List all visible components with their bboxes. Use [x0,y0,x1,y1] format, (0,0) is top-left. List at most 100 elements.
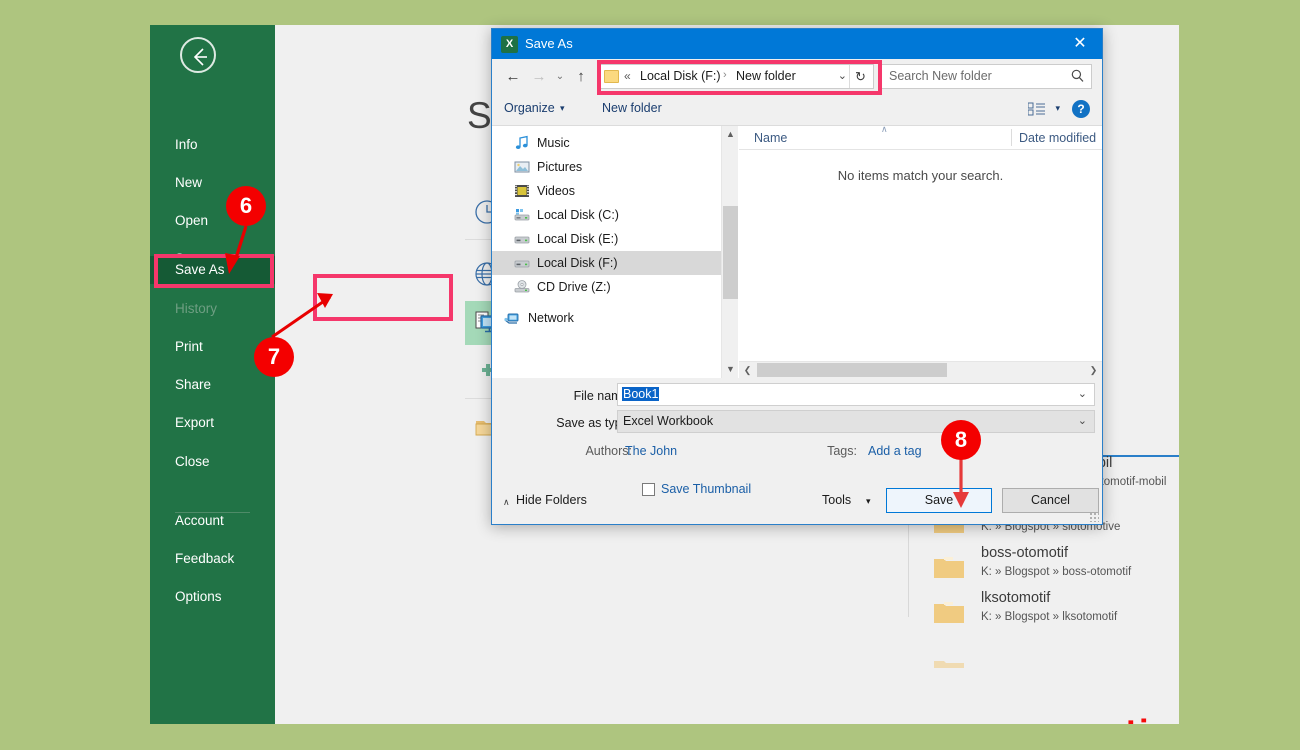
search-input[interactable]: Search New folder [880,64,1092,89]
tree-item-local-disk-c[interactable]: Local Disk (C:) [492,203,721,227]
file-list: Name ∧ Date modified No items match your… [739,124,1102,378]
help-icon[interactable]: ? [1072,100,1090,118]
sidebar-item-label: Export [175,415,215,430]
drive-icon [514,255,530,271]
sidebar-item-options[interactable]: Options [150,583,275,611]
tree-item-label: Local Disk (F:) [537,256,618,270]
tree-item-network[interactable]: Network [492,306,721,330]
picture-icon [514,159,530,175]
chevron-down-icon[interactable]: ⌄ [1078,387,1087,400]
navigation-pane-scrollbar[interactable]: ▲ ▼ [721,126,738,378]
tree-item-label: CD Drive (Z:) [537,280,611,294]
list-item[interactable]: lksotomotif K: » Blogspot » lksotomotif [933,590,1179,642]
column-header-date-modified[interactable]: Date modified [1019,131,1096,145]
list-item[interactable] [933,637,1179,687]
tree-item-pictures[interactable]: Pictures [492,155,721,179]
new-folder-button[interactable]: New folder [602,101,662,115]
file-name-input[interactable]: Book1 ⌄ [617,383,1095,406]
scroll-down-button[interactable]: ▼ [722,361,739,378]
folder-icon [933,645,965,670]
up-icon[interactable]: ↑ [570,66,592,88]
sidebar-item-info[interactable]: Info [150,131,275,159]
breadcrumb-segment[interactable]: New folder [736,69,796,83]
tree-item-label: Videos [537,184,575,198]
file-name-label: File name: [573,389,632,403]
folder-icon [933,555,965,580]
network-icon [504,310,520,326]
sidebar-item-label: Print [175,339,203,354]
dialog-command-bar: Organize ▾ New folder ▾ ? [492,95,1102,126]
dialog-navigation-bar: ← → ⌄ ↑ « Local Disk (F:) › New folder ⌄… [492,59,1102,95]
chevron-down-icon[interactable]: ⌄ [838,69,847,82]
dialog-title-bar: X Save As ✕ [492,29,1102,59]
chevron-up-icon[interactable]: ∧ [503,497,510,508]
annotation-badge-8: 8 [941,420,981,460]
chevron-down-icon[interactable]: ▾ [866,496,871,507]
hide-folders-button[interactable]: Hide Folders [516,493,587,507]
breadcrumb-separator: › [723,69,727,81]
sidebar-item-label: History [175,301,218,316]
drive-system-icon [514,207,530,223]
sidebar-item-feedback[interactable]: Feedback [150,545,275,573]
tree-item-local-disk-e[interactable]: Local Disk (E:) [492,227,721,251]
breadcrumb-overflow-icon[interactable]: « [624,69,631,83]
sidebar-item-close[interactable]: Close [150,448,275,476]
tree-item-cd-drive-z[interactable]: CD Drive (Z:) [492,275,721,299]
sidebar-item-label: Options [175,589,222,604]
close-icon[interactable]: ✕ [1058,29,1102,59]
back-icon[interactable]: ← [502,66,524,88]
resize-grip[interactable] [1089,512,1099,522]
forward-icon: → [531,68,547,85]
breadcrumb-segment[interactable]: Local Disk (F:) [640,69,721,83]
scroll-left-button[interactable]: ❮ [739,362,756,378]
add-a-tag-link[interactable]: Add a tag [868,444,922,458]
list-item-path: K: » Blogspot » boss-otomotif [981,566,1132,578]
save-as-type-select[interactable]: Excel Workbook ⌄ [617,410,1095,433]
view-list-icon[interactable] [1027,102,1046,117]
authors-label: Authors: [585,444,632,458]
address-bar[interactable]: « Local Disk (F:) › New folder ⌄ ↻ [599,64,874,89]
tree-item-videos[interactable]: Videos [492,179,721,203]
site-watermark: semutimut.com [1042,715,1179,724]
save-as-type-label: Save as type: [556,416,632,430]
scrollbar-thumb[interactable] [723,206,738,299]
sidebar-item-label: Feedback [175,551,235,566]
column-header-name[interactable]: Name [754,131,787,145]
scroll-right-button[interactable]: ❯ [1085,362,1102,378]
dialog-title: Save As [525,36,573,51]
file-name-value: Book1 [622,387,660,401]
file-list-header: Name ∧ Date modified [739,124,1102,150]
organize-button[interactable]: Organize [504,101,555,115]
sidebar-item-label: Info [175,137,198,152]
chevron-down-icon[interactable]: ▾ [1055,103,1060,114]
authors-value[interactable]: The John [625,444,677,458]
refresh-icon[interactable]: ↻ [849,65,871,88]
tree-item-label: Local Disk (E:) [537,232,619,246]
tools-button[interactable]: Tools [822,493,851,507]
column-divider[interactable] [1011,129,1012,146]
sidebar-item-account[interactable]: Account [150,507,275,535]
sidebar-item-share[interactable]: Share [150,371,275,399]
save-button[interactable]: Save [886,488,992,513]
list-item-name: lksotomotif [981,590,1051,606]
cancel-button[interactable]: Cancel [1002,488,1099,513]
sidebar-item-save-as[interactable]: Save As [150,256,275,284]
scrollbar-thumb[interactable] [757,363,947,377]
chevron-down-icon[interactable]: ⌄ [1078,414,1087,427]
navigation-pane: Music Pictures Videos Local Disk (C:) Lo… [492,126,721,378]
file-list-horizontal-scrollbar[interactable]: ❮ ❯ [739,361,1102,378]
search-icon [1071,69,1084,86]
tree-item-label: Network [528,311,574,325]
scroll-up-button[interactable]: ▲ [722,126,739,143]
back-arrow-icon[interactable] [180,37,216,73]
sidebar-item-label: New [175,175,203,190]
list-item[interactable]: boss-otomotif K: » Blogspot » boss-otomo… [933,545,1179,597]
sidebar-item-label: Account [175,513,224,528]
tree-item-local-disk-f[interactable]: Local Disk (F:) [492,251,721,275]
recent-locations-icon[interactable]: ⌄ [552,66,568,88]
sidebar-item-history: History [150,295,275,323]
tree-item-music[interactable]: Music [492,131,721,155]
sidebar-item-export[interactable]: Export [150,409,275,437]
chevron-down-icon[interactable]: ▾ [560,103,565,114]
save-as-type-value: Excel Workbook [623,414,714,428]
